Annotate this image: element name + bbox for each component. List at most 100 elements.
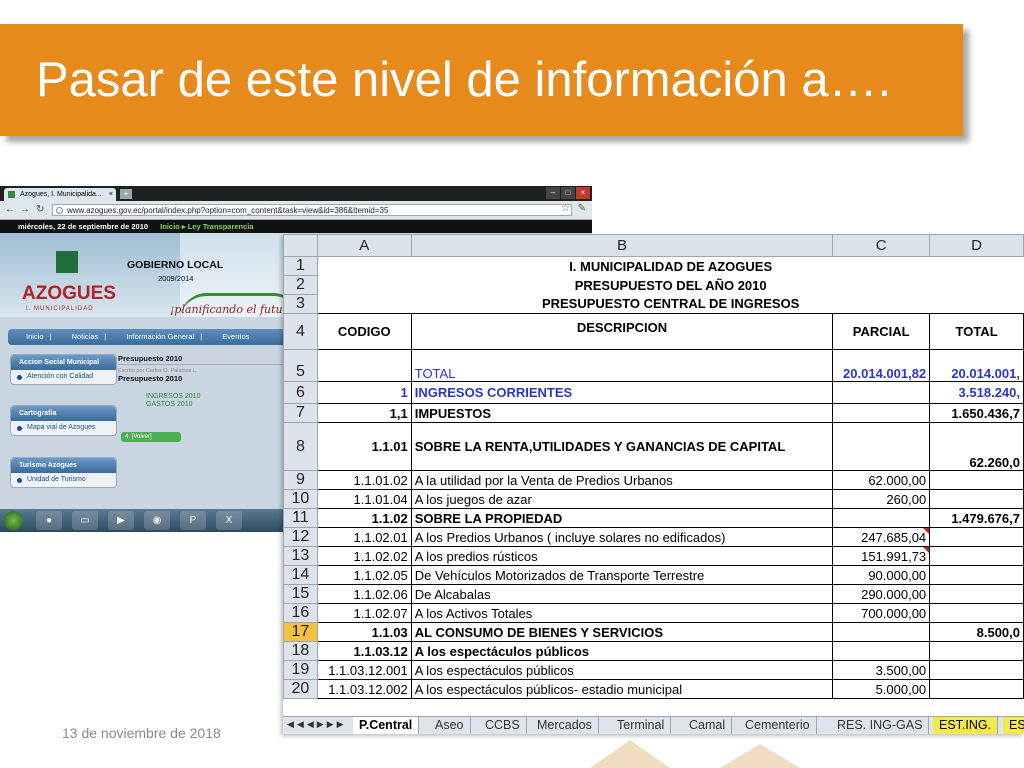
excel-icon[interactable]: X [216, 511, 242, 530]
sheet-tab-camal[interactable]: Camal [683, 717, 733, 734]
cell-total[interactable] [929, 489, 1024, 509]
column-header-c[interactable]: C [832, 234, 931, 257]
cell-parcial[interactable] [832, 381, 931, 404]
cell-descripcion[interactable]: INGRESOS CORRIENTES [410, 381, 834, 404]
cell-total[interactable]: 20.014.001, [929, 349, 1024, 382]
new-tab-button[interactable]: + [120, 189, 132, 199]
cell-codigo[interactable]: 1.1.02.06 [316, 584, 412, 604]
cell-codigo[interactable] [316, 349, 412, 382]
bookmark-star-icon[interactable]: ☆ [561, 203, 570, 214]
start-button-icon[interactable] [4, 511, 23, 530]
cell-codigo[interactable]: 1,1 [316, 403, 412, 423]
row-number[interactable]: 2 [283, 275, 318, 295]
row-number[interactable]: 12 [283, 527, 318, 547]
cell-parcial[interactable]: 290.000,00 [832, 584, 931, 604]
sidebar-link[interactable]: Mapa vial de Azogues [11, 421, 116, 435]
cell-total[interactable] [929, 584, 1024, 604]
cell-parcial[interactable] [832, 641, 931, 661]
row-number[interactable]: 5 [283, 349, 318, 382]
row-number[interactable]: 1 [283, 256, 318, 276]
cell-parcial[interactable]: 3.500,00 [832, 660, 931, 680]
sheet-tab-est-ing[interactable]: EST.ING. [933, 717, 999, 734]
cell-total[interactable]: 1.479.676,7 [929, 508, 1024, 528]
reload-icon[interactable]: ↻ [36, 204, 44, 216]
select-all-corner[interactable] [283, 234, 318, 257]
minimize-icon[interactable]: – [546, 187, 560, 199]
row-number[interactable]: 20 [283, 679, 318, 699]
forward-icon[interactable]: → [20, 204, 30, 216]
top-nav-links[interactable]: Inicio ▸ Ley Transparencia [160, 222, 253, 231]
cell-descripcion[interactable]: A los predios rústicos [410, 546, 834, 566]
gastos-link[interactable]: GASTOS 2010 [146, 401, 288, 409]
cell-codigo[interactable]: 1.1.01 [316, 422, 412, 471]
sheet-tab-pcentral[interactable]: P.Central [353, 717, 420, 734]
row-number[interactable]: 17 [283, 622, 318, 642]
cell-total[interactable] [929, 546, 1024, 566]
column-header-b[interactable]: B [410, 234, 834, 257]
cell-descripcion[interactable]: SOBRE LA RENTA,UTILIDADES Y GANANCIAS DE… [410, 422, 834, 471]
cell-parcial[interactable] [832, 403, 931, 423]
sheet-title-1[interactable]: I. MUNICIPALIDAD DE AZOGUES [317, 257, 1023, 276]
cell-codigo[interactable]: 1.1.02.07 [316, 603, 412, 623]
maximize-icon[interactable]: □ [561, 187, 575, 199]
sheet-tab-terminal[interactable]: Terminal [611, 717, 672, 734]
cell-codigo[interactable]: 1.1.01.02 [316, 470, 412, 490]
menu-item-eventos[interactable]: Eventos [222, 332, 249, 341]
cell-total[interactable]: 1.650.436,7 [929, 403, 1024, 423]
ingresos-link[interactable]: INGRESOS 2010 [146, 393, 288, 401]
column-header-d[interactable]: D [929, 234, 1024, 257]
cell-descripcion[interactable]: A los espectáculos públicos [410, 641, 834, 661]
row-number[interactable]: 4 [283, 313, 318, 350]
cell-descripcion[interactable]: AL CONSUMO DE BIENES Y SERVICIOS [410, 622, 834, 642]
firefox-icon[interactable]: ● [36, 511, 62, 530]
cell-total[interactable]: 62.260,0 [929, 422, 1024, 471]
cell-codigo[interactable]: 1.1.03 [316, 622, 412, 642]
sidebar-link[interactable]: Unidad de Turismo [11, 473, 116, 487]
header-codigo[interactable]: CODIGO [316, 313, 412, 350]
sheet-title-3[interactable]: PRESUPUESTO CENTRAL DE INGRESOS [317, 295, 1023, 314]
cell-descripcion[interactable]: A los Predios Urbanos ( incluye solares … [410, 527, 834, 547]
browser-tab[interactable]: Azogues, I. Municipalida... × [4, 188, 116, 201]
row-number[interactable]: 13 [283, 546, 318, 566]
cell-descripcion[interactable]: De Alcabalas [410, 584, 834, 604]
back-icon[interactable]: ← [5, 204, 15, 216]
cell-total[interactable] [929, 641, 1024, 661]
row-number[interactable]: 11 [283, 508, 318, 528]
site-logo[interactable]: AZOGUES [22, 283, 116, 305]
cell-descripcion[interactable]: SOBRE LA PROPIEDAD [410, 508, 834, 528]
cell-parcial[interactable]: 5.000,00 [832, 679, 931, 699]
cell-parcial[interactable]: 90.000,00 [832, 565, 931, 585]
cell-total[interactable] [929, 660, 1024, 680]
cell-codigo[interactable]: 1 [316, 381, 412, 404]
cell-codigo[interactable]: 1.1.03.12 [316, 641, 412, 661]
cell-total[interactable] [929, 679, 1024, 699]
menu-item-inicio[interactable]: Inicio [26, 332, 44, 341]
row-number[interactable]: 6 [283, 381, 318, 404]
cell-codigo[interactable]: 1.1.02.05 [316, 565, 412, 585]
address-bar[interactable]: www.azogues.gov.ec/portal/index.php?opti… [52, 204, 572, 216]
cell-descripcion[interactable]: A los espectáculos públicos [410, 660, 834, 680]
cell-descripcion[interactable]: A la utilidad por la Venta de Predios Ur… [410, 470, 834, 490]
sheet-tab-nav-icons[interactable]: ◀◀◀▶▶▶ [287, 719, 347, 730]
cell-total[interactable] [929, 565, 1024, 585]
cell-descripcion[interactable]: TOTAL [410, 349, 834, 382]
sheet-tab-ccbs[interactable]: CCBS [479, 717, 527, 734]
column-header-a[interactable]: A [316, 234, 412, 257]
cell-descripcion[interactable]: De Vehículos Motorizados de Transporte T… [410, 565, 834, 585]
row-number[interactable]: 16 [283, 603, 318, 623]
cell-descripcion[interactable]: A los espectáculos públicos- estadio mun… [410, 679, 834, 699]
header-descripcion[interactable]: DESCRIPCION [410, 313, 834, 350]
row-number[interactable]: 19 [283, 660, 318, 680]
cell-descripcion[interactable]: A los juegos de azar [410, 489, 834, 509]
sheet-tab-aseo[interactable]: Aseo [429, 717, 471, 734]
row-number[interactable]: 7 [283, 403, 318, 423]
sheet-title-2[interactable]: PRESUPUESTO DEL AÑO 2010 [317, 276, 1023, 295]
row-number[interactable]: 15 [283, 584, 318, 604]
header-parcial[interactable]: PARCIAL [832, 313, 931, 350]
menu-item-noticias[interactable]: Noticias [72, 332, 99, 341]
row-number[interactable]: 8 [283, 422, 318, 471]
cell-parcial[interactable]: 247.685,04 [832, 527, 931, 547]
cell-total[interactable] [929, 527, 1024, 547]
cell-codigo[interactable]: 1.1.03.12.002 [316, 679, 412, 699]
close-tab-icon[interactable]: × [109, 188, 113, 201]
